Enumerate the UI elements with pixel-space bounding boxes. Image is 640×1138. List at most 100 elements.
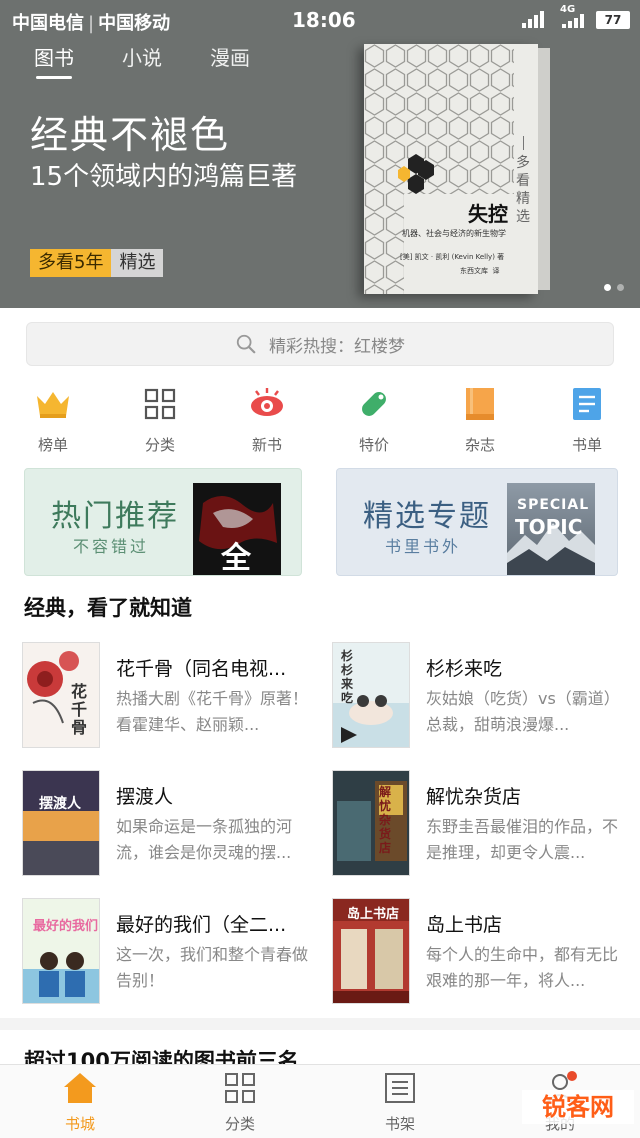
book-cover: 杉杉来吃 — [332, 642, 410, 748]
sunset-cover-art — [23, 771, 99, 875]
home-icon — [64, 1073, 96, 1103]
book-cover-title: 最好的我们 — [33, 919, 99, 934]
promo-subtitle: 不容错过 — [73, 537, 150, 556]
category-label: 特价 — [358, 436, 389, 454]
promo-thumbnail: 全 — [193, 483, 281, 576]
book-cover: 摆渡人 — [22, 770, 100, 876]
book-title: 失控 — [468, 202, 508, 226]
hero-banner[interactable]: 中国电信 | 中国移动 18:06 4G 77 图书 小说 漫画 经典不褪色 15个… — [0, 0, 640, 308]
badge-primary: 多看5年 — [30, 249, 112, 277]
book-title: 杉杉来吃 — [426, 658, 503, 680]
nav-label: 分类 — [224, 1115, 255, 1133]
promo-thumbnail: SPECIAL TOPIC — [507, 483, 595, 575]
book-description: 每个人的生命中，都有无比艰难的那一年，将人... — [426, 945, 619, 990]
status-bar: 中国电信 | 中国移动 18:06 4G 77 — [0, 0, 640, 40]
category-label: 新书 — [251, 436, 282, 454]
grid-icon — [225, 1073, 255, 1103]
book-publisher: 东西文库 译 — [460, 267, 500, 275]
category-new-books[interactable]: 新书 — [227, 384, 307, 455]
category-label: 书单 — [571, 436, 602, 454]
eye-icon — [251, 388, 283, 416]
category-ranking[interactable]: 榜单 — [13, 384, 93, 455]
category-classify[interactable]: 分类 — [120, 384, 200, 455]
magazine-icon — [466, 388, 494, 420]
promo-title: 精选专题 — [363, 499, 491, 534]
book-cover-title: 杉杉来吃 — [341, 649, 354, 705]
promo-cover-text-1: SPECIAL — [517, 497, 590, 513]
category-label: 榜单 — [37, 436, 68, 454]
promo-cover-text-2: TOPIC — [515, 515, 583, 539]
book-author: [美] 凯文 · 凯利 (Kevin Kelly) 著 — [400, 253, 505, 261]
search-bar[interactable]: 精彩热搜：红楼梦 — [26, 322, 614, 366]
book-cover-title: 岛上书店 — [347, 907, 400, 922]
book-item[interactable]: 岛上书店 岛上书店 每个人的生命中，都有无比艰难的那一年，将人... — [332, 898, 628, 1006]
book-title: 岛上书店 — [426, 914, 503, 936]
signal-icon — [522, 10, 544, 28]
book-item[interactable]: 摆渡人 摆渡人 如果命运是一条孤独的河流，谁会是你灵魂的摆... — [22, 770, 318, 878]
search-icon — [236, 334, 256, 354]
book-item[interactable]: 杉杉来吃 杉杉来吃 灰姑娘（吃货）vs（霸道）总裁，甜萌浪漫爆... — [332, 642, 628, 750]
book-cover: 最好的我们 — [22, 898, 100, 1004]
category-label: 杂志 — [464, 436, 495, 454]
carousel-dot — [617, 284, 624, 291]
promo-hot-recommend[interactable]: 热门推荐 不容错过 全 — [24, 468, 302, 576]
bookshelf-icon — [385, 1073, 415, 1103]
tab-novels[interactable]: 小说 — [122, 42, 162, 78]
banner-book-cover[interactable]: 多看精选 失控 机器、社会与经济的新生物学 [美] 凯文 · 凯利 (Kevin… — [364, 44, 550, 294]
grid-icon — [144, 388, 176, 420]
book-spine — [538, 48, 550, 290]
battery-icon: 77 — [596, 11, 630, 29]
section-title-2: 超过100万阅读的图书前三名 — [24, 1049, 299, 1064]
category-booklist[interactable]: 书单 — [547, 384, 627, 455]
carrier-1: 中国电信 — [12, 13, 84, 34]
search-placeholder: 精彩热搜：红楼梦 — [269, 336, 405, 357]
booklist-icon — [573, 388, 601, 420]
book-description: 这一次，我们和整个青春做告别！ — [116, 945, 309, 990]
book-cover-title: 摆渡人 — [39, 796, 81, 812]
carousel-dot-active — [604, 284, 611, 291]
promo-cover-text: 全 — [221, 541, 251, 576]
book-title: 最好的我们（全二... — [116, 914, 287, 936]
nav-label: 书城 — [64, 1115, 95, 1133]
promo-subtitle: 书里书外 — [385, 537, 462, 556]
nav-bookstore[interactable]: 书城 — [40, 1071, 120, 1134]
nav-bookshelf[interactable]: 书架 — [360, 1071, 440, 1134]
category-label: 分类 — [144, 436, 175, 454]
banner-badge: 多看5年 精选 — [30, 249, 164, 277]
watermark-logo: 锐客网 — [522, 1090, 634, 1124]
book-cover-title: 解忧杂货店 — [379, 785, 392, 855]
carrier-labels: 中国电信 | 中国移动 — [12, 13, 171, 34]
category-row: 榜单 分类 新书 特价 杂志 书单 — [0, 384, 640, 455]
book-description: 热播大剧《花千骨》原著！看霍建华、赵丽颖... — [116, 689, 309, 734]
book-description: 东野圭吾最催泪的作品，不是推理，却更令人震... — [426, 817, 619, 862]
book-description: 灰姑娘（吃货）vs（霸道）总裁，甜萌浪漫爆... — [426, 689, 620, 734]
nav-label: 书架 — [384, 1115, 415, 1133]
clock: 18:06 — [292, 8, 356, 32]
book-subtitle: 机器、社会与经济的新生物学 — [402, 229, 506, 238]
banner-subtitle: 15个领域内的鸿篇巨著 — [30, 162, 298, 192]
book-cover: 解忧杂货店 — [332, 770, 410, 876]
signal-icon-2 — [562, 14, 584, 28]
tab-comics[interactable]: 漫画 — [210, 42, 250, 78]
book-cover: 花千骨 — [22, 642, 100, 748]
book-cover-title: 花千骨 — [71, 682, 88, 737]
book-item[interactable]: 解忧杂货店 解忧杂货店 东野圭吾最催泪的作品，不是推理，却更令人震... — [332, 770, 628, 878]
crown-icon — [37, 392, 69, 418]
nav-categories[interactable]: 分类 — [200, 1071, 280, 1134]
promo-special-topic[interactable]: 精选专题 书里书外 SPECIAL TOPIC — [336, 468, 618, 576]
badge-secondary: 精选 — [111, 249, 164, 277]
carrier-2: 中国移动 — [98, 13, 171, 34]
book-vertical-text: 多看精选 — [514, 136, 532, 226]
book-title: 解忧杂货店 — [426, 786, 522, 808]
promo-title: 热门推荐 — [51, 499, 179, 534]
book-item[interactable]: 花千骨 花千骨（同名电视... 热播大剧《花千骨》原著！看霍建华、赵丽颖... — [22, 642, 318, 750]
book-item[interactable]: 最好的我们 最好的我们（全二... 这一次，我们和整个青春做告别！ — [22, 898, 318, 1006]
section-divider — [0, 1018, 640, 1030]
carousel-dots — [604, 284, 624, 291]
category-special-price[interactable]: 特价 — [334, 384, 414, 455]
book-description: 如果命运是一条孤独的河流，谁会是你灵魂的摆... — [116, 817, 293, 862]
book-title: 摆渡人 — [116, 786, 174, 808]
book-title: 花千骨（同名电视... — [116, 658, 287, 680]
category-magazine[interactable]: 杂志 — [440, 384, 520, 455]
tab-books[interactable]: 图书 — [34, 42, 74, 79]
